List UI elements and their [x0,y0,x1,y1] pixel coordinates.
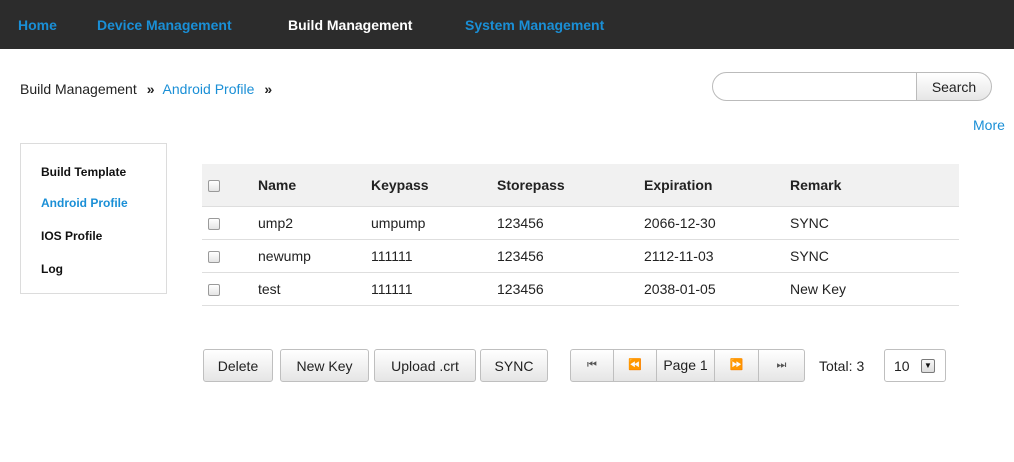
row-checkbox[interactable] [208,217,220,230]
more-link[interactable]: More [973,117,1005,133]
sidebar-item-log[interactable]: Log [41,262,63,276]
select-all-checkbox[interactable] [208,180,220,193]
cell-name: ump2 [258,206,371,240]
current-page-label: Page 1 [657,350,715,381]
cell-remark: SYNC [790,206,959,240]
cell-name: newump [258,239,371,273]
cell-remark: New Key [790,272,959,306]
breadcrumb-separator: » [146,81,155,97]
pagination: ⏮ ⏪ Page 1 ⏩ ⏭ [570,349,805,382]
table-row[interactable]: test 111111 123456 2038-01-05 New Key [202,272,959,306]
sidebar-item-android-profile[interactable]: Android Profile [41,196,128,210]
cell-expiration: 2066-12-30 [644,206,790,240]
nav-build-management-link[interactable]: Build Management [288,17,412,33]
column-header-remark[interactable]: Remark [790,164,959,207]
top-navigation-bar: Home Device Management Build Management … [0,0,1014,49]
cell-name: test [258,272,371,306]
nav-system-management-link[interactable]: System Management [465,17,604,33]
nav-device-management-link[interactable]: Device Management [97,17,232,33]
cell-expiration: 2038-01-05 [644,272,790,306]
breadcrumb: Build Management » Android Profile » [20,81,280,97]
total-value: 3 [856,358,865,374]
delete-button[interactable]: Delete [203,349,273,382]
total-label: Total: [819,358,853,374]
cell-storepass: 123456 [497,206,644,240]
cell-remark: SYNC [790,239,959,273]
last-page-icon[interactable]: ⏭ [759,350,804,381]
breadcrumb-current[interactable]: Android Profile [163,81,255,97]
cell-keypass: 111111 [371,239,497,273]
upload-crt-button[interactable]: Upload .crt [374,349,476,382]
new-key-button[interactable]: New Key [280,349,369,382]
column-header-keypass[interactable]: Keypass [371,164,497,207]
column-header-name[interactable]: Name [258,164,371,207]
row-checkbox[interactable] [208,250,220,263]
column-header-storepass[interactable]: Storepass [497,164,644,207]
nav-home-link[interactable]: Home [18,17,57,33]
sidebar-item-build-template[interactable]: Build Template [41,165,126,179]
cell-storepass: 123456 [497,239,644,273]
total-count: Total: 3 [819,358,864,374]
table-header-row: Name Keypass Storepass Expiration Remark [202,164,959,207]
first-page-icon[interactable]: ⏮ [571,350,614,381]
sidebar-item-ios-profile[interactable]: IOS Profile [41,229,102,243]
profile-table: Name Keypass Storepass Expiration Remark… [202,164,959,306]
chevron-down-icon[interactable]: ▼ [921,359,935,373]
sync-button[interactable]: SYNC [480,349,548,382]
next-page-icon[interactable]: ⏩ [715,350,759,381]
search-input[interactable] [712,72,918,101]
page-size-select[interactable]: 10 ▼ [884,349,946,382]
previous-page-icon[interactable]: ⏪ [614,350,657,381]
table-row[interactable]: ump2 umpump 123456 2066-12-30 SYNC [202,206,959,240]
table-row[interactable]: newump 111111 123456 2112-11-03 SYNC [202,239,959,273]
cell-keypass: 111111 [371,272,497,306]
page-size-value: 10 [894,358,910,374]
cell-expiration: 2112-11-03 [644,239,790,273]
breadcrumb-separator: » [264,81,273,97]
sidebar: Build Template Android Profile IOS Profi… [20,143,167,294]
breadcrumb-root[interactable]: Build Management [20,81,137,97]
column-header-expiration[interactable]: Expiration [644,164,790,207]
search-button[interactable]: Search [916,72,992,101]
row-checkbox[interactable] [208,283,220,296]
cell-storepass: 123456 [497,272,644,306]
cell-keypass: umpump [371,206,497,240]
